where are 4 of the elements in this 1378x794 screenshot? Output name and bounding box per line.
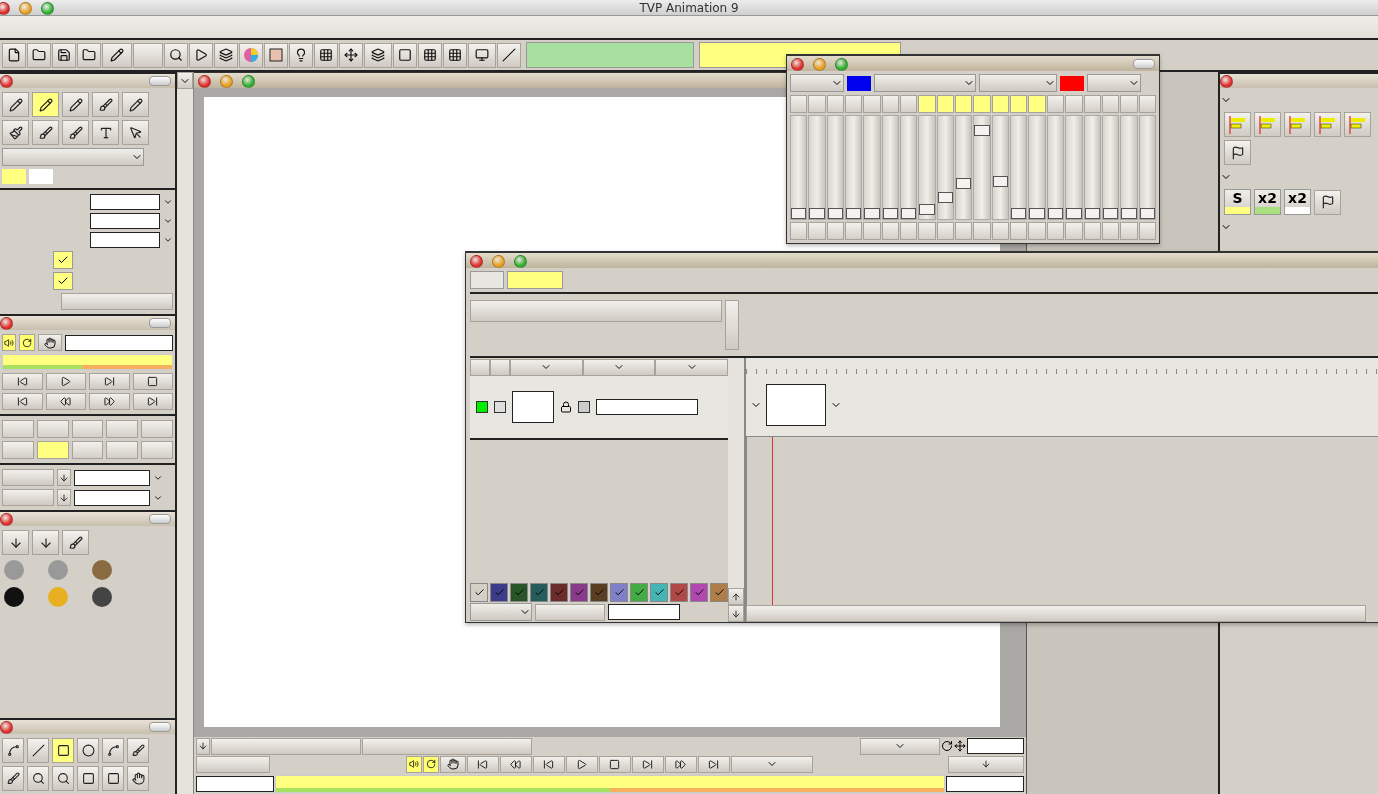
exposure-button[interactable]: x2: [1254, 189, 1281, 215]
window-title: TVP Animation 9: [639, 0, 739, 15]
exposure-button[interactable]: S: [1224, 189, 1251, 215]
exposure-button[interactable]: x2: [1284, 189, 1311, 215]
